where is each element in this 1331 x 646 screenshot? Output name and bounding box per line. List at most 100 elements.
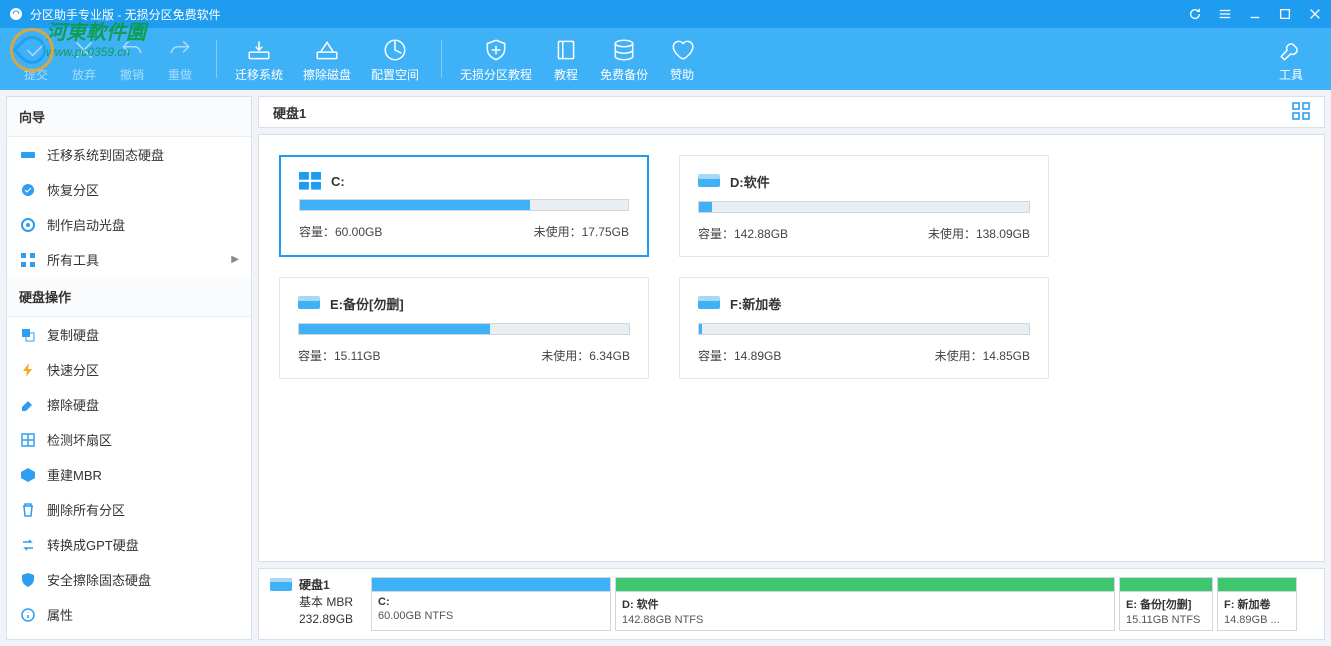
- diskops-header: 硬盘操作: [7, 277, 251, 317]
- sidebar-wipe-disk[interactable]: 擦除硬盘: [7, 387, 251, 422]
- partition-label: D:软件: [730, 172, 770, 191]
- segment-label: D: 软件: [622, 596, 1108, 612]
- disc-icon: [19, 216, 37, 234]
- usage-bar: [698, 323, 1030, 335]
- undo-button: 撤销: [110, 32, 154, 87]
- sidebar-all-tools[interactable]: 所有工具 ▶: [7, 242, 251, 277]
- heart-icon: [668, 36, 696, 64]
- drive-icon: [298, 296, 320, 312]
- toolbar-separator: [441, 40, 442, 78]
- bolt-icon: [19, 361, 37, 379]
- refresh-button[interactable]: [1187, 6, 1203, 22]
- usage-bar: [298, 323, 630, 335]
- copy-icon: [19, 326, 37, 344]
- trash-icon: [19, 501, 37, 519]
- content-area: 硬盘1 C: 容量：60.00GB 未使用：17.75GB D:软件容量：142.88…: [258, 96, 1325, 640]
- sidebar-bootable-disc[interactable]: 制作启动光盘: [7, 207, 251, 242]
- app-icon: [8, 6, 24, 22]
- partition-label: F:新加卷: [730, 294, 781, 313]
- disk-icon: [269, 577, 293, 595]
- sidebar-quick-partition[interactable]: 快速分区: [7, 352, 251, 387]
- disk-segment[interactable]: C:60.00GB NTFS: [371, 577, 611, 631]
- segment-bar: [372, 578, 610, 592]
- disk-segment[interactable]: D: 软件 142.88GB NTFS: [615, 577, 1115, 631]
- partition-label: E:备份[勿删]: [330, 294, 404, 313]
- check-icon: [22, 36, 50, 64]
- submit-button: 提交: [14, 32, 58, 87]
- disk-header: 硬盘1: [258, 96, 1325, 128]
- capacity-text: 容量：142.88GB: [698, 225, 788, 242]
- tutorial-button[interactable]: 无损分区教程: [452, 32, 540, 87]
- partition-card[interactable]: C: 容量：60.00GB 未使用：17.75GB: [279, 155, 649, 257]
- partition-label: C:: [331, 174, 345, 189]
- view-toggle-button[interactable]: [1292, 102, 1310, 123]
- segment-sub: 14.89GB ...: [1224, 614, 1290, 626]
- convert-icon: [19, 536, 37, 554]
- discard-button: 放弃: [62, 32, 106, 87]
- capacity-text: 容量：60.00GB: [299, 223, 382, 240]
- sidebar-delete-all[interactable]: 删除所有分区: [7, 492, 251, 527]
- unused-text: 未使用：6.34GB: [541, 347, 630, 364]
- backup-icon: [610, 36, 638, 64]
- ssd-icon: [19, 146, 37, 164]
- close-button[interactable]: [1307, 6, 1323, 22]
- wrench-icon: [1277, 36, 1305, 64]
- toolbar: 提交 放弃 撤销 重做 迁移系统 擦除磁盘 配置空间 无损分区教程 教程 免费备…: [0, 28, 1331, 90]
- sidebar-copy-disk[interactable]: 复制硬盘: [7, 317, 251, 352]
- sidebar-secure-erase-ssd[interactable]: 安全擦除固态硬盘: [7, 562, 251, 597]
- sidebar-properties[interactable]: 属性: [7, 597, 251, 632]
- eraser-icon: [19, 396, 37, 414]
- redo-button: 重做: [158, 32, 202, 87]
- unused-text: 未使用：14.85GB: [935, 347, 1030, 364]
- wipe-button[interactable]: 擦除磁盘: [295, 32, 359, 87]
- redo-icon: [166, 36, 194, 64]
- chevron-right-icon: ▶: [231, 254, 239, 265]
- info-icon: [19, 606, 37, 624]
- maximize-button[interactable]: [1277, 6, 1293, 22]
- x-icon: [70, 36, 98, 64]
- disk-segment[interactable]: F: 新加卷14.89GB ...: [1217, 577, 1297, 631]
- disk-map-size: 232.89GB: [299, 611, 353, 628]
- migrate-button[interactable]: 迁移系统: [227, 32, 291, 87]
- sidebar-recover-partition[interactable]: 恢复分区: [7, 172, 251, 207]
- sidebar-bad-sectors[interactable]: 检测坏扇区: [7, 422, 251, 457]
- sidebar-migrate-ssd[interactable]: 迁移系统到固态硬盘: [7, 137, 251, 172]
- partition-card[interactable]: F:新加卷容量：14.89GB未使用：14.85GB: [679, 277, 1049, 379]
- recover-icon: [19, 181, 37, 199]
- wipe-icon: [313, 36, 341, 64]
- disk-segment[interactable]: E: 备份[勿删]15.11GB NTFS: [1119, 577, 1213, 631]
- sidebar: 向导 迁移系统到固态硬盘 恢复分区 制作启动光盘 所有工具 ▶ 硬盘操作 复制硬…: [6, 96, 252, 640]
- titlebar: 分区助手专业版 - 无损分区免费软件: [0, 0, 1331, 28]
- segment-bar: [1218, 578, 1296, 592]
- grid-icon: [19, 251, 37, 269]
- unused-text: 未使用：17.75GB: [534, 223, 629, 240]
- drive-icon: [698, 296, 720, 312]
- segment-bar: [616, 578, 1114, 592]
- sidebar-convert-gpt[interactable]: 转换成GPT硬盘: [7, 527, 251, 562]
- mbr-icon: [19, 466, 37, 484]
- minimize-button[interactable]: [1247, 6, 1263, 22]
- sidebar-rebuild-mbr[interactable]: 重建MBR: [7, 457, 251, 492]
- tools-button[interactable]: 工具: [1269, 32, 1313, 87]
- window-title: 分区助手专业版 - 无损分区免费软件: [30, 6, 1187, 23]
- segment-sub: 142.88GB NTFS: [622, 614, 1108, 626]
- disk-map: 硬盘1 基本 MBR 232.89GB C:60.00GB NTFS D: 软件 1…: [258, 568, 1325, 640]
- partition-card[interactable]: D:软件容量：142.88GB 未使用：138.09GB: [679, 155, 1049, 257]
- disk-map-name: 硬盘1: [299, 577, 353, 594]
- disk-map-type: 基本 MBR: [299, 594, 353, 611]
- backup-button[interactable]: 免费备份: [592, 32, 656, 87]
- config-button[interactable]: 配置空间: [363, 32, 427, 87]
- partition-card[interactable]: E:备份[勿删]容量：15.11GB未使用：6.34GB: [279, 277, 649, 379]
- shield-check-icon: [19, 571, 37, 589]
- donate-button[interactable]: 赞助: [660, 32, 704, 87]
- migrate-icon: [245, 36, 273, 64]
- disk-title: 硬盘1: [273, 103, 306, 122]
- tutorial2-button[interactable]: 教程: [544, 32, 588, 87]
- segment-sub: 15.11GB NTFS: [1126, 614, 1206, 626]
- unused-text: 未使用：138.09GB: [928, 225, 1030, 242]
- disk-map-info: 硬盘1 基本 MBR 232.89GB: [269, 577, 365, 631]
- shield-icon: [482, 36, 510, 64]
- partition-cards-area: C: 容量：60.00GB 未使用：17.75GB D:软件容量：142.88GB 未使…: [258, 134, 1325, 562]
- book-icon: [552, 36, 580, 64]
- menu-button[interactable]: [1217, 6, 1233, 22]
